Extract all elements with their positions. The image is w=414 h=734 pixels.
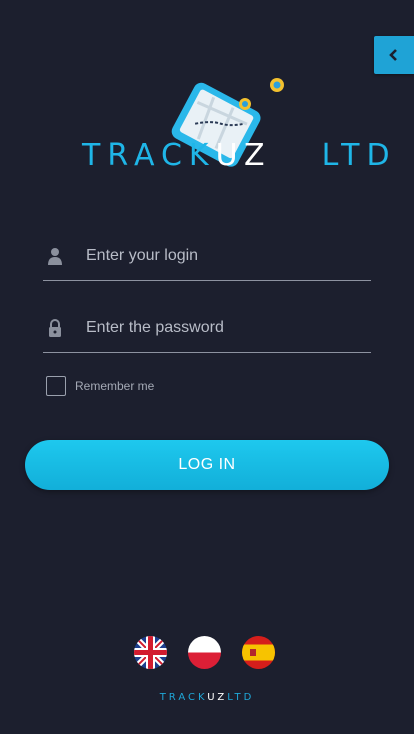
uk-flag-icon[interactable] (134, 636, 167, 669)
login-field (43, 232, 371, 281)
login-input[interactable] (84, 246, 348, 266)
language-selector (134, 636, 275, 669)
password-field (43, 304, 371, 353)
logo-uz: UZ (215, 138, 272, 173)
poland-flag-icon[interactable] (188, 636, 221, 669)
remember-me: Remember me (46, 376, 154, 396)
spain-flag-icon[interactable] (242, 636, 275, 669)
footer-logo-track: TRACK (159, 692, 208, 703)
logo-ltd: LTD (321, 138, 397, 173)
remember-me-label: Remember me (75, 379, 155, 393)
chevron-left-icon (389, 49, 397, 61)
login-button[interactable]: LOG IN (25, 440, 389, 490)
brand-logo-text: TRACK UZ LTD (82, 138, 397, 174)
remember-me-checkbox[interactable] (46, 376, 66, 396)
logo-track: TRACK (82, 138, 216, 173)
footer-logo: TRACKUZLTD (0, 692, 414, 703)
footer-logo-ltd: LTD (227, 692, 255, 703)
footer-logo-uz: UZ (207, 692, 228, 703)
lock-icon (43, 316, 67, 340)
collapse-sidebar-button[interactable] (374, 36, 414, 74)
user-icon (43, 244, 67, 268)
password-input[interactable] (84, 318, 348, 338)
